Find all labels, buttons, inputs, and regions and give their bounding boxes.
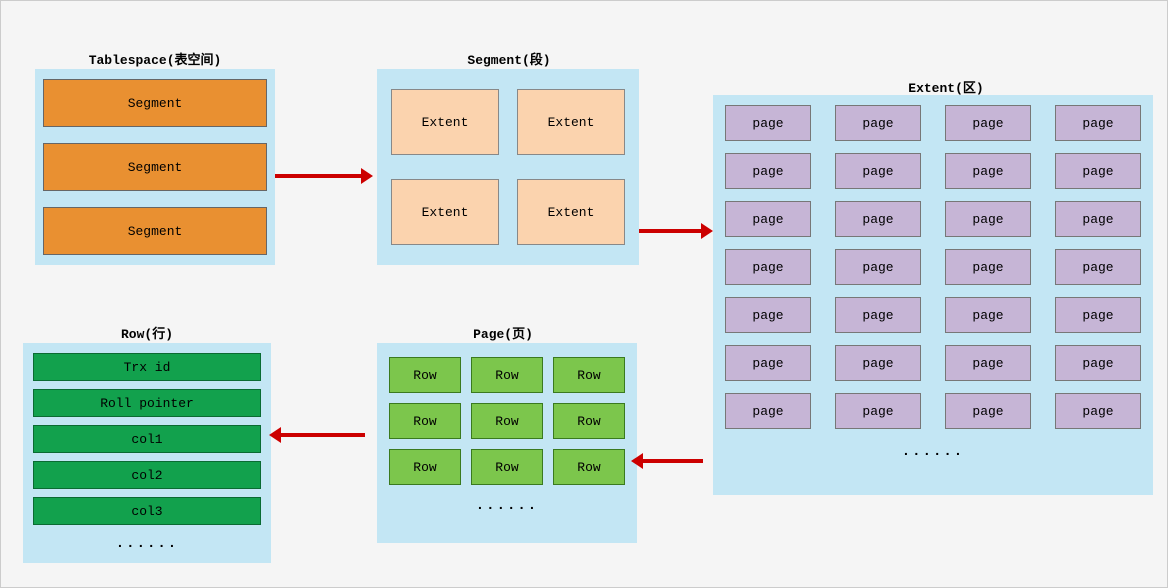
arrow-page-to-row <box>279 433 365 437</box>
page-cell: page <box>1055 345 1141 381</box>
more-dots: ······ <box>725 441 1141 463</box>
row-cell: Row <box>389 403 461 439</box>
page-cell: page <box>835 153 921 189</box>
page-cell: page <box>725 153 811 189</box>
page-cell: page <box>1055 105 1141 141</box>
page-cell: page <box>725 393 811 429</box>
page-cell: page <box>725 249 811 285</box>
arrow-extent-to-page <box>641 459 703 463</box>
row-field: col2 <box>33 461 261 489</box>
extent-cell: Extent <box>391 179 499 245</box>
page-cell: page <box>1055 249 1141 285</box>
more-dots: ······ <box>389 495 625 517</box>
row-cell: Row <box>471 449 543 485</box>
segment-box: Extent Extent Extent Extent <box>377 69 639 265</box>
row-field: col3 <box>33 497 261 525</box>
extent-cell: Extent <box>517 89 625 155</box>
segment-cell: Segment <box>43 79 267 127</box>
page-cell: page <box>835 105 921 141</box>
page-cell: page <box>725 297 811 333</box>
extent-cell: Extent <box>391 89 499 155</box>
page-cell: page <box>945 153 1031 189</box>
tablespace-box: Segment Segment Segment <box>35 69 275 265</box>
page-title: Page(页) <box>453 323 553 342</box>
page-cell: page <box>725 345 811 381</box>
row-cell: Row <box>389 449 461 485</box>
page-cell: page <box>945 201 1031 237</box>
page-cell: page <box>725 201 811 237</box>
more-dots: ······ <box>33 533 261 555</box>
row-cell: Row <box>553 357 625 393</box>
row-cell: Row <box>553 449 625 485</box>
page-cell: page <box>1055 153 1141 189</box>
page-cell: page <box>1055 297 1141 333</box>
row-field: Trx id <box>33 353 261 381</box>
page-cell: page <box>725 105 811 141</box>
page-cell: page <box>945 249 1031 285</box>
page-cell: page <box>835 345 921 381</box>
extent-title: Extent(区) <box>871 77 1021 96</box>
row-cell: Row <box>471 357 543 393</box>
page-cell: page <box>945 105 1031 141</box>
segment-title: Segment(段) <box>449 49 569 68</box>
tablespace-title: Tablespace(表空间) <box>65 49 245 68</box>
extent-box: page page page page page page page page page page… <box>713 95 1153 495</box>
row-title: Row(行) <box>107 323 187 342</box>
page-cell: page <box>945 297 1031 333</box>
row-cell: Row <box>553 403 625 439</box>
row-box: Trx id Roll pointer col1 col2 col3 ······ <box>23 343 271 563</box>
page-cell: page <box>835 297 921 333</box>
row-field: col1 <box>33 425 261 453</box>
segment-cell: Segment <box>43 143 267 191</box>
extent-cell: Extent <box>517 179 625 245</box>
page-cell: page <box>835 249 921 285</box>
page-cell: page <box>1055 201 1141 237</box>
arrow-tablespace-to-segment <box>275 174 363 178</box>
page-cell: page <box>945 345 1031 381</box>
page-cell: page <box>1055 393 1141 429</box>
row-cell: Row <box>471 403 543 439</box>
row-cell: Row <box>389 357 461 393</box>
page-cell: page <box>945 393 1031 429</box>
row-field: Roll pointer <box>33 389 261 417</box>
page-cell: page <box>835 393 921 429</box>
arrow-segment-to-extent <box>639 229 703 233</box>
segment-cell: Segment <box>43 207 267 255</box>
page-box: Row Row Row Row Row Row Row Row Row ······ <box>377 343 637 543</box>
page-cell: page <box>835 201 921 237</box>
